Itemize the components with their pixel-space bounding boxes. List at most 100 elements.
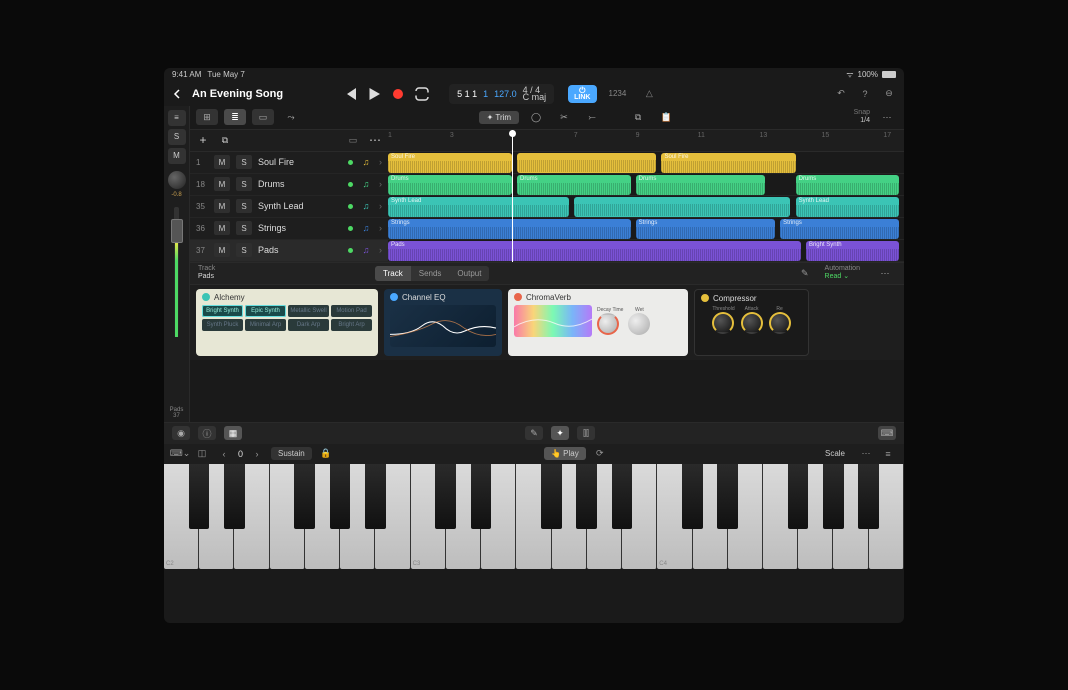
mute-button[interactable]: M <box>214 199 230 213</box>
piano-keyboard[interactable]: C2C3C4 <box>164 464 904 569</box>
power-icon[interactable] <box>202 293 210 301</box>
solo-button[interactable]: S <box>236 155 252 169</box>
track-expand-icon[interactable]: › <box>379 157 382 167</box>
plugin-channel-eq[interactable]: Channel EQ <box>384 289 502 356</box>
mute-button[interactable]: M <box>214 243 230 257</box>
solo-button[interactable]: S <box>236 199 252 213</box>
alchemy-preset[interactable]: Bright Arp <box>331 319 372 331</box>
audio-region[interactable]: Synth Lead <box>388 197 569 217</box>
black-key[interactable] <box>189 464 210 529</box>
split-icon[interactable]: ◫ <box>194 447 210 461</box>
track-header-row[interactable]: 35 M S Synth Lead ♫ › <box>190 196 388 218</box>
rewind-button[interactable] <box>341 85 359 103</box>
plugin-chromaverb[interactable]: ChromaVerb Decay Time Wet <box>508 289 688 356</box>
octave-up-button[interactable]: › <box>249 447 265 461</box>
track-expand-icon[interactable]: › <box>379 245 382 255</box>
lock-icon[interactable]: 🔒 <box>318 447 334 461</box>
black-key[interactable] <box>365 464 386 529</box>
track-header-row[interactable]: 1 M S Soul Fire ♫ › <box>190 152 388 174</box>
track-header-row[interactable]: 18 M S Drums ♫ › <box>190 174 388 196</box>
comp-knob[interactable] <box>741 312 763 334</box>
track-expand-icon[interactable]: › <box>379 201 382 211</box>
alchemy-preset[interactable]: Dark Arp <box>288 319 329 331</box>
mixer-tab[interactable]: Track <box>375 266 411 281</box>
comp-knob[interactable] <box>712 312 734 334</box>
scissors-icon[interactable]: ✂ <box>553 109 575 125</box>
black-key[interactable] <box>541 464 562 529</box>
black-key[interactable] <box>471 464 492 529</box>
black-key[interactable] <box>576 464 597 529</box>
alchemy-preset[interactable]: Metallic Swell <box>288 305 329 317</box>
alchemy-preset[interactable]: Epic Synth <box>245 305 286 317</box>
automation-curve-icon[interactable]: ⤳ <box>280 109 302 125</box>
black-key[interactable] <box>717 464 738 529</box>
edit-pencil-icon[interactable]: ✎ <box>801 268 809 279</box>
keyboard-view-icon[interactable]: ▦ <box>224 426 242 440</box>
alchemy-preset[interactable]: Motion Pad <box>331 305 372 317</box>
grid-view-icon[interactable]: ⊞ <box>196 109 218 125</box>
mute-button[interactable]: M <box>214 155 230 169</box>
strip-solo-button[interactable]: S <box>168 129 186 145</box>
loop-button[interactable] <box>413 85 431 103</box>
strip-menu-icon[interactable]: ≡ <box>168 110 186 126</box>
comp-knob[interactable] <box>769 312 791 334</box>
octave-down-button[interactable]: ‹ <box>216 447 232 461</box>
audio-region[interactable]: Pads <box>388 241 801 261</box>
timeline-ruler[interactable]: 1357911131517 <box>388 130 904 152</box>
audio-region[interactable]: Drums <box>388 175 512 195</box>
record-enable-dot[interactable] <box>348 248 353 253</box>
mixer-tab[interactable]: Sends <box>411 266 450 281</box>
instrument-icon[interactable]: ♫ <box>359 177 373 191</box>
pan-knob[interactable] <box>168 171 186 189</box>
audio-region[interactable]: Strings <box>388 219 631 239</box>
instrument-icon[interactable]: ♫ <box>359 243 373 257</box>
record-enable-dot[interactable] <box>348 204 353 209</box>
track-expand-icon[interactable]: › <box>379 223 382 233</box>
audio-region[interactable]: Strings <box>780 219 899 239</box>
black-key[interactable] <box>682 464 703 529</box>
alchemy-preset[interactable]: Minimal Arp <box>245 319 286 331</box>
playhead[interactable] <box>512 130 513 262</box>
audio-region[interactable]: Strings <box>636 219 775 239</box>
add-track-button[interactable]: + <box>196 133 210 147</box>
record-button[interactable] <box>389 85 407 103</box>
black-key[interactable] <box>788 464 809 529</box>
help-icon[interactable]: ? <box>858 87 872 101</box>
audio-region[interactable]: Soul Fire <box>388 153 512 173</box>
scale-button[interactable]: Scale <box>818 447 852 460</box>
alchemy-preset[interactable]: Synth Pluck <box>202 319 243 331</box>
automation-mode[interactable]: Automation Read ⌄ <box>825 265 860 281</box>
sustain-button[interactable]: Sustain <box>271 447 312 460</box>
play-button[interactable] <box>365 85 383 103</box>
glissando-icon[interactable]: ⟳ <box>592 447 608 461</box>
black-key[interactable] <box>330 464 351 529</box>
audio-region[interactable]: Drums <box>796 175 899 195</box>
keys-more-icon[interactable]: ⋯ <box>858 447 874 461</box>
mute-button[interactable]: M <box>214 221 230 235</box>
solo-button[interactable]: S <box>236 177 252 191</box>
keys-list-icon[interactable]: ≡ <box>880 447 896 461</box>
audio-region[interactable]: Synth Lead <box>796 197 899 217</box>
arpeggiator-icon[interactable]: ✦ <box>551 426 569 440</box>
undo-icon[interactable]: ↶ <box>834 87 848 101</box>
pencil-mode-icon[interactable]: ✎ <box>525 426 543 440</box>
mute-button[interactable]: M <box>214 177 230 191</box>
black-key[interactable] <box>823 464 844 529</box>
record-enable-dot[interactable] <box>348 160 353 165</box>
fader[interactable] <box>174 207 179 337</box>
power-icon[interactable] <box>390 293 398 301</box>
trim-button[interactable]: ✦ Trim <box>479 111 519 124</box>
mixer-more-icon[interactable]: ⋯ <box>874 265 896 281</box>
track-header-row[interactable]: 36 M S Strings ♫ › <box>190 218 388 240</box>
controls-icon[interactable]: ⫿⫿ <box>577 426 595 440</box>
metronome-button[interactable]: △ <box>640 85 658 103</box>
region-view-icon[interactable]: ▭ <box>252 109 274 125</box>
strip-mute-button[interactable]: M <box>168 148 186 164</box>
snap-label[interactable]: Snap 1/4 <box>854 109 870 125</box>
power-icon[interactable] <box>514 293 522 301</box>
back-button[interactable] <box>172 89 182 99</box>
copy-icon[interactable]: ⧉ <box>627 109 649 125</box>
plugin-alchemy[interactable]: Alchemy Bright SynthEpic SynthMetallic S… <box>196 289 378 356</box>
track-folder-icon[interactable]: ▭ <box>346 133 360 147</box>
black-key[interactable] <box>294 464 315 529</box>
